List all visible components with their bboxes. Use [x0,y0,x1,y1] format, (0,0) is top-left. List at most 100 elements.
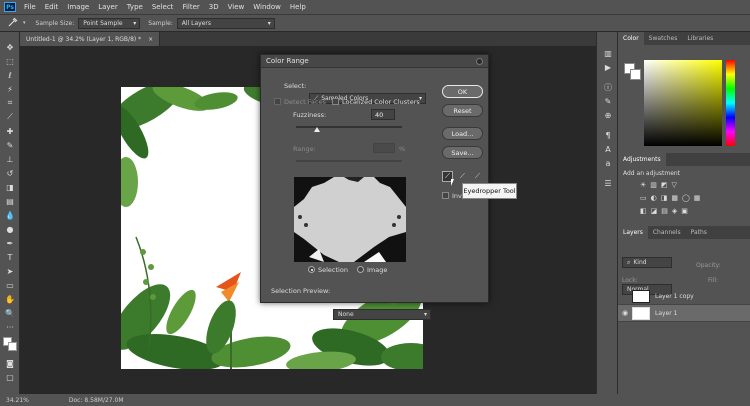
pen-tool-icon[interactable]: ✒ [0,236,20,250]
menu-layer[interactable]: Layer [98,3,118,11]
background-color[interactable] [8,342,17,351]
adjustment-row-1[interactable]: ☀▥◩▽ [640,179,730,192]
menu-filter[interactable]: Filter [182,3,199,11]
add-adjustment-label: Add an adjustment [623,170,681,177]
lasso-tool-icon[interactable]: ℓ [0,68,20,82]
eyedropper-minus-icon[interactable]: ⟋ [472,171,483,182]
layer-row[interactable]: ◉ Layer 1 [618,305,750,322]
fuzziness-slider-track[interactable] [296,126,402,128]
tab-layers[interactable]: Layers [618,226,648,239]
eyedropper-tool-icon[interactable] [8,17,20,29]
color-swatches[interactable] [0,334,19,356]
brush-tool-icon[interactable]: ✎ [0,138,20,152]
info-icon[interactable]: ⓘ [597,80,619,94]
menu-select[interactable]: Select [152,3,174,11]
zoom-tool-icon[interactable]: 🔍 [0,306,20,320]
brush-settings-icon[interactable]: ✎ [597,94,619,108]
range-input [373,143,395,153]
layer-filter-kind[interactable]: ⌕ Kind [622,257,672,268]
zoom-level[interactable]: 34.21% [6,397,29,404]
document-tab[interactable]: Untitled-1 @ 34.2% (Layer 1, RGB/8) * × [20,32,161,46]
character-icon[interactable]: A [597,142,619,156]
selection-radio[interactable] [308,266,315,273]
paragraph-icon[interactable]: ¶ [597,128,619,142]
color-range-dialog: Color Range Select: ⟋ Sampled Colors ▾ D… [260,54,489,320]
type-tool-icon[interactable]: T [0,250,20,264]
dodge-tool-icon[interactable]: ● [0,222,20,236]
more-tools-icon[interactable]: ··· [0,320,20,334]
tab-adjustments[interactable]: Adjustments [618,153,666,166]
fuzziness-label: Fuzziness: [293,111,327,119]
ok-button[interactable]: OK [442,85,483,98]
image-radio[interactable] [357,266,364,273]
fuzziness-input[interactable]: 40 [371,109,395,120]
sample-select[interactable]: All Layers ▾ [176,17,275,29]
properties-icon[interactable]: ☰ [597,176,619,190]
history-icon[interactable]: ▥ [597,46,619,60]
localized-clusters-checkbox[interactable] [332,98,339,105]
menu-window[interactable]: Window [253,3,281,11]
screen-mode-icon[interactable]: ▢ [0,370,20,384]
move-tool-icon[interactable]: ✥ [0,40,20,54]
detect-faces-checkbox[interactable] [274,98,281,105]
selection-preview-select[interactable]: None ▾ [333,309,431,320]
tab-paths[interactable]: Paths [686,226,712,239]
quick-mask-icon[interactable]: ◙ [0,356,20,370]
layers-panel-tabs: Layers Channels Paths [618,226,750,239]
layer-thumbnail [632,289,650,303]
adjustment-row-3[interactable]: ◧◪▤◈▣ [640,205,730,218]
eyedropper-tool-icon[interactable]: ⟋ [0,110,20,124]
range-label: Range: [293,145,316,153]
tab-libraries[interactable]: Libraries [682,32,718,45]
shape-tool-icon[interactable]: ▭ [0,278,20,292]
menu-view[interactable]: View [228,3,245,11]
bg-swatch[interactable] [630,69,641,80]
color-picker-field[interactable] [644,60,722,146]
close-icon[interactable]: × [148,36,153,43]
crop-tool-icon[interactable]: ⌗ [0,96,20,110]
blur-tool-icon[interactable]: 💧 [0,208,20,222]
clone-source-icon[interactable]: ⊕ [597,108,619,122]
preview-thumbnail[interactable] [294,177,406,262]
lock-label: Lock: [622,277,638,284]
history-brush-icon[interactable]: ↺ [0,166,20,180]
save-button[interactable]: Save... [442,146,483,159]
eyedropper-plus-icon[interactable]: ⟋ [457,171,468,182]
hand-tool-icon[interactable]: ✋ [0,292,20,306]
panel-icon-strip: ▥ ▶ ⓘ ✎ ⊕ ¶ A a ☰ [596,32,618,394]
close-icon[interactable] [476,58,483,65]
menu-edit[interactable]: Edit [45,3,59,11]
image-radio-label: Image [367,266,388,274]
menu-help[interactable]: Help [290,3,306,11]
magic-wand-tool-icon[interactable]: ⚡ [0,82,20,96]
chevron-down-icon[interactable]: ▾ [23,20,26,26]
adjustment-row-2[interactable]: ▭◐◨▦◯▦ [640,192,730,205]
glyphs-icon[interactable]: a [597,156,619,170]
menu-image[interactable]: Image [67,3,89,11]
healing-tool-icon[interactable]: ✚ [0,124,20,138]
layer-row[interactable]: Layer 1 copy [618,288,750,305]
localized-clusters-label: Localized Color Clusters [342,98,420,106]
eraser-tool-icon[interactable]: ◨ [0,180,20,194]
menu-3d[interactable]: 3D [209,3,219,11]
marquee-tool-icon[interactable]: ⬚ [0,54,20,68]
stamp-tool-icon[interactable]: ⊥ [0,152,20,166]
play-icon[interactable]: ▶ [597,60,619,74]
sample-size-select[interactable]: Point Sample ▾ [78,17,141,29]
tab-swatches[interactable]: Swatches [644,32,683,45]
path-selection-icon[interactable]: ➤ [0,264,20,278]
gradient-tool-icon[interactable]: ▤ [0,194,20,208]
cursor-icon [451,179,454,186]
hue-slider[interactable] [726,60,735,146]
opacity-label: Opacity: [696,262,721,269]
menu-bar: Ps File Edit Image Layer Type Select Fil… [0,0,750,14]
menu-type[interactable]: Type [127,3,143,11]
tab-channels[interactable]: Channels [648,226,686,239]
menu-file[interactable]: File [24,3,36,11]
reset-button[interactable]: Reset [442,104,483,117]
eye-icon[interactable]: ◉ [618,309,632,317]
load-button[interactable]: Load... [442,127,483,140]
invert-checkbox[interactable] [442,192,449,199]
fuzziness-slider-thumb[interactable] [314,127,321,132]
tab-color[interactable]: Color [618,32,644,45]
